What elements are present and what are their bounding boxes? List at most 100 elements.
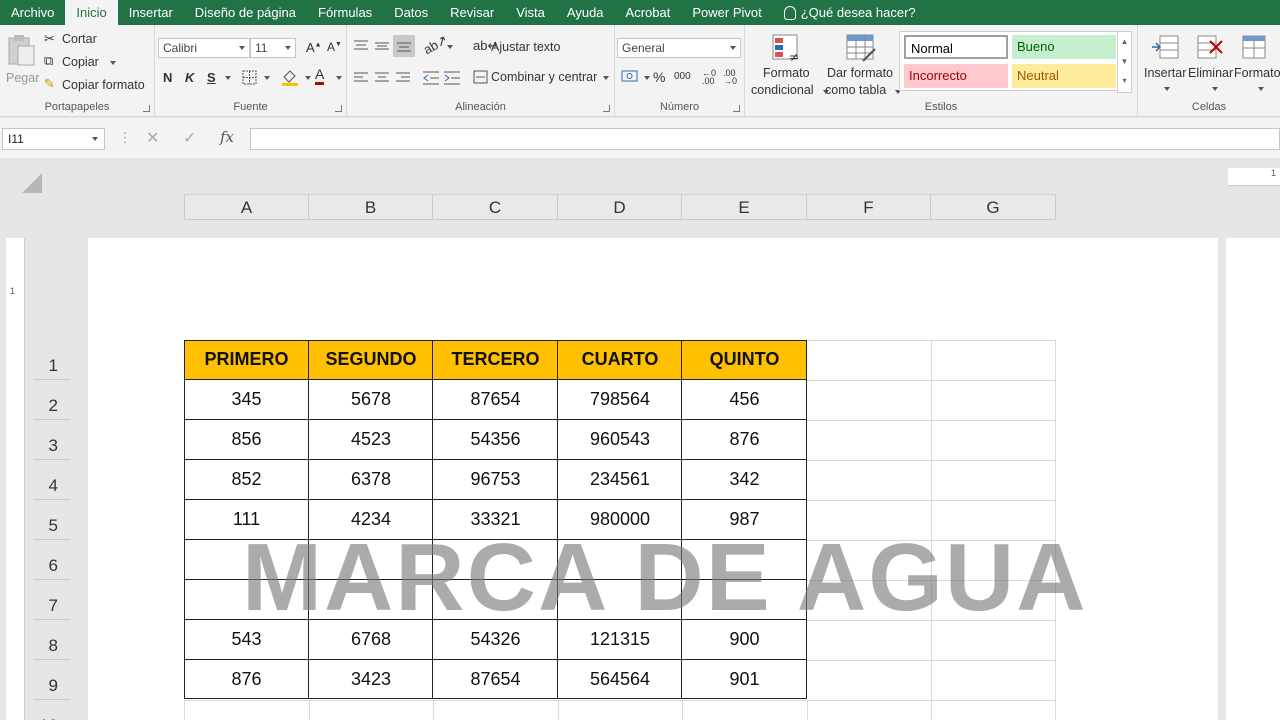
italic-button[interactable]: K (185, 70, 194, 85)
align-left-icon[interactable] (353, 71, 369, 85)
data-cell[interactable]: 87654 (433, 380, 558, 420)
data-cell[interactable]: 456 (682, 380, 807, 420)
row-header-3[interactable]: 3 (34, 420, 70, 460)
column-header-g[interactable]: G (931, 194, 1056, 220)
row-header-2[interactable]: 2 (34, 380, 70, 420)
wrap-text-button[interactable]: ab↵ Ajustar texto (473, 38, 573, 57)
fill-color-icon[interactable] (280, 67, 300, 87)
percent-button[interactable]: % (653, 69, 665, 85)
header-cell-primero[interactable]: PRIMERO (184, 340, 309, 380)
format-cells-button[interactable]: Formato (1234, 31, 1280, 99)
align-middle-icon[interactable] (374, 39, 390, 53)
data-cell[interactable]: 876 (184, 660, 309, 700)
data-cell[interactable]: 856 (184, 420, 309, 460)
merge-center-button[interactable]: Combinar y centrar (473, 69, 609, 87)
row-header-8[interactable]: 8 (34, 620, 70, 660)
decrease-indent-icon[interactable] (422, 70, 440, 86)
data-cell[interactable]: 852 (184, 460, 309, 500)
bold-button[interactable]: N (163, 70, 172, 85)
font-name-select[interactable]: Calibri (158, 38, 250, 58)
chevron-down-icon[interactable]: ▼ (1118, 52, 1131, 72)
align-center-icon[interactable] (374, 71, 390, 85)
increase-indent-icon[interactable] (443, 70, 461, 86)
font-launcher-icon[interactable] (335, 105, 342, 112)
tab-power-pivot[interactable]: Power Pivot (681, 0, 772, 25)
insert-function-icon[interactable]: fx (220, 128, 234, 146)
data-cell[interactable]: 234561 (558, 460, 682, 500)
tab-ayuda[interactable]: Ayuda (556, 0, 615, 25)
data-cell[interactable]: 87654 (433, 660, 558, 700)
format-as-table-button[interactable]: Dar formato como tabla (825, 31, 901, 101)
number-format-select[interactable]: General (617, 38, 741, 58)
style-neutral[interactable]: Neutral (1012, 64, 1116, 88)
header-cell-quinto[interactable]: QUINTO (682, 340, 807, 380)
data-cell[interactable]: 4523 (309, 420, 433, 460)
data-cell[interactable]: 901 (682, 660, 807, 700)
increase-decimal-icon[interactable]: ←0.00 (702, 69, 716, 86)
tab-archivo[interactable]: Archivo (0, 0, 65, 25)
cancel-entry-icon[interactable]: ✕ (146, 128, 159, 148)
column-header-b[interactable]: B (309, 194, 433, 220)
tab-diseno-pagina[interactable]: Diseño de página (184, 0, 307, 25)
column-header-f[interactable]: F (807, 194, 931, 220)
format-painter-button[interactable]: ✎ Copiar formato (44, 76, 152, 95)
styles-gallery-scrollbar[interactable]: ▲ ▼ ▾ (1117, 31, 1132, 93)
tab-acrobat[interactable]: Acrobat (615, 0, 682, 25)
column-header-d[interactable]: D (558, 194, 682, 220)
style-good[interactable]: Bueno (1012, 35, 1116, 59)
conditional-format-button[interactable]: ≠ Formato condicional (749, 31, 829, 101)
header-cell-segundo[interactable]: SEGUNDO (309, 340, 433, 380)
header-cell-tercero[interactable]: TERCERO (433, 340, 558, 380)
accounting-format-icon[interactable] (621, 69, 639, 85)
tab-revisar[interactable]: Revisar (439, 0, 505, 25)
tab-inicio[interactable]: Inicio (65, 0, 118, 25)
data-cell[interactable]: 960543 (558, 420, 682, 460)
row-header-1[interactable]: 1 (34, 340, 70, 380)
cut-button[interactable]: ✂ Cortar (44, 31, 144, 49)
column-header-a[interactable]: A (184, 194, 309, 220)
row-header-6[interactable]: 6 (34, 540, 70, 580)
insert-cells-button[interactable]: Insertar (1142, 31, 1188, 99)
tab-formulas[interactable]: Fórmulas (307, 0, 383, 25)
underline-button[interactable]: S (207, 70, 216, 85)
tell-me-search[interactable]: ¿Qué desea hacer? (773, 0, 927, 25)
number-launcher-icon[interactable] (733, 105, 740, 112)
tab-insertar[interactable]: Insertar (118, 0, 184, 25)
chevron-up-icon[interactable]: ▲ (1118, 32, 1131, 52)
confirm-entry-icon[interactable]: ✓ (183, 128, 196, 148)
select-all-corner[interactable] (22, 173, 42, 193)
borders-icon[interactable] (241, 69, 259, 87)
data-cell[interactable]: 798564 (558, 380, 682, 420)
font-size-select[interactable]: 11 (250, 38, 296, 58)
column-header-e[interactable]: E (682, 194, 807, 220)
style-bad[interactable]: Incorrecto (904, 64, 1008, 88)
row-header-5[interactable]: 5 (34, 500, 70, 540)
tab-vista[interactable]: Vista (505, 0, 556, 25)
align-bottom-button[interactable] (393, 35, 415, 57)
data-cell[interactable]: 54356 (433, 420, 558, 460)
name-box[interactable]: I11 (2, 128, 105, 150)
row-header-9[interactable]: 9 (34, 660, 70, 700)
data-cell[interactable]: 342 (682, 460, 807, 500)
more-styles-icon[interactable]: ▾ (1118, 72, 1131, 90)
data-cell[interactable]: 96753 (433, 460, 558, 500)
delete-cells-button[interactable]: Eliminar (1188, 31, 1234, 99)
row-header-10[interactable]: 10 (34, 700, 70, 720)
column-header-c[interactable]: C (433, 194, 558, 220)
decrease-decimal-icon[interactable]: .00 →0 (723, 69, 737, 86)
tab-datos[interactable]: Datos (383, 0, 439, 25)
data-cell[interactable]: 6378 (309, 460, 433, 500)
style-normal[interactable]: Normal (904, 35, 1008, 59)
copy-button[interactable]: ⧉ Copiar (44, 53, 144, 72)
header-cell-cuarto[interactable]: CUARTO (558, 340, 682, 380)
data-cell[interactable]: 564564 (558, 660, 682, 700)
data-cell[interactable]: 3423 (309, 660, 433, 700)
data-cell[interactable]: 5678 (309, 380, 433, 420)
align-top-icon[interactable] (353, 39, 369, 53)
increase-font-icon[interactable]: A▲ (306, 40, 322, 55)
row-header-4[interactable]: 4 (34, 460, 70, 500)
data-cell[interactable]: 876 (682, 420, 807, 460)
data-cell[interactable]: 345 (184, 380, 309, 420)
thousands-separator-button[interactable]: 000 (674, 71, 691, 82)
alignment-launcher-icon[interactable] (603, 105, 610, 112)
